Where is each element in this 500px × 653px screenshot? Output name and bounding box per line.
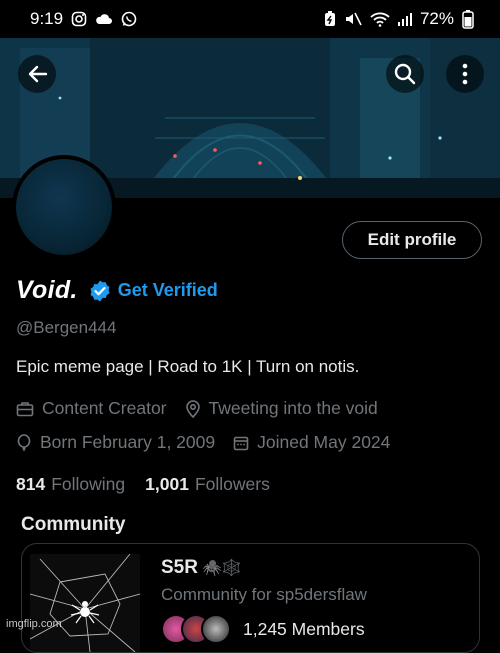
birthday-text: Born February 1, 2009 [40, 432, 216, 452]
search-icon [394, 63, 416, 85]
category-text: Content Creator [42, 398, 167, 418]
more-button[interactable] [446, 55, 484, 93]
status-time: 9:19 [30, 9, 64, 28]
edit-profile-button[interactable]: Edit profile [342, 221, 482, 259]
whatsapp-icon [121, 11, 137, 27]
instagram-icon [71, 11, 87, 27]
profile-meta-row-1: Content Creator Tweeting into the void [16, 398, 396, 419]
name-row: Void. Get Verified [16, 276, 218, 305]
status-bar: 9:19 72% [0, 0, 500, 38]
watermark: imgflip.com [6, 618, 62, 630]
search-button[interactable] [386, 55, 424, 93]
member-avatar [201, 614, 231, 644]
user-handle: @Bergen444 [16, 318, 117, 337]
community-description: Community for sp5dersflaw [161, 585, 367, 604]
joined-item: Joined May 2024 [233, 432, 390, 453]
category-item: Content Creator [16, 398, 167, 419]
battery-saver-icon [324, 11, 335, 26]
cloud-icon [96, 14, 113, 24]
following-count: 814 [16, 474, 46, 494]
back-button[interactable] [18, 55, 56, 93]
community-image [30, 554, 140, 652]
avatar[interactable] [12, 155, 116, 259]
battery-percentage: 72% [419, 9, 454, 28]
get-verified-link[interactable]: Get Verified [118, 280, 218, 301]
location-text: Tweeting into the void [208, 398, 378, 418]
community-name-row: S5R 🕷️🕸️ [161, 557, 242, 579]
bio: Epic meme page | Road to 1K | Turn on no… [16, 357, 360, 376]
birthday-item: Born February 1, 2009 [16, 432, 215, 453]
mute-icon [345, 12, 362, 26]
followers-count: 1,001 [145, 474, 189, 494]
verified-badge-icon[interactable] [88, 279, 112, 303]
location-item: Tweeting into the void [185, 398, 378, 419]
location-pin-icon [185, 399, 200, 418]
following-label: Following [51, 474, 126, 494]
briefcase-icon [16, 401, 34, 416]
profile-meta-row-2: Born February 1, 2009 Joined May 2024 [16, 432, 408, 453]
followers-link[interactable]: 1,001 Followers [145, 474, 270, 495]
back-arrow-icon [28, 65, 48, 83]
community-name-emojis: 🕷️🕸️ [201, 560, 242, 577]
calendar-icon [233, 436, 249, 450]
signal-icon [397, 13, 412, 26]
more-vertical-icon [462, 63, 468, 85]
community-card[interactable]: S5R 🕷️🕸️ Community for sp5dersflaw 1,245… [21, 543, 480, 653]
followers-label: Followers [194, 474, 270, 494]
community-members-row: 1,245 Members [161, 614, 365, 644]
battery-icon [462, 10, 474, 29]
following-link[interactable]: 814 Following [16, 474, 125, 495]
follow-stats: 814 Following 1,001 Followers [16, 474, 270, 495]
community-members-count: 1,245 Members [243, 618, 365, 639]
display-name: Void. [16, 276, 78, 304]
community-section-title: Community [21, 514, 126, 535]
balloon-icon [17, 433, 31, 451]
community-name: S5R [161, 557, 198, 578]
wifi-icon [370, 12, 390, 27]
joined-text: Joined May 2024 [257, 432, 391, 452]
cracked-glass-spider-image [30, 554, 140, 652]
